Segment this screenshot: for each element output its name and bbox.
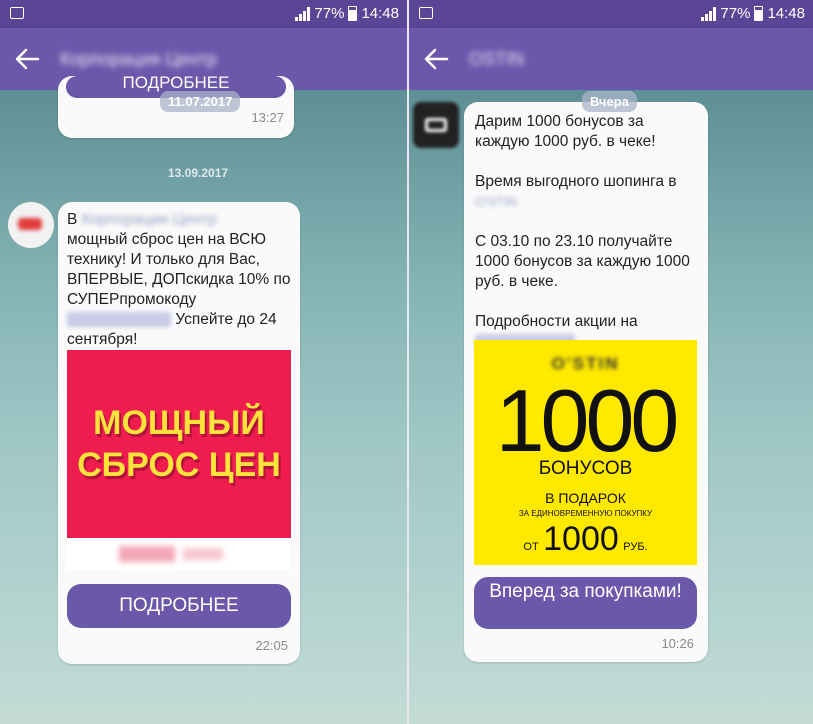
- promo-message-bubble: Дарим 1000 бонусов за каждую 1000 руб. в…: [464, 102, 708, 662]
- date-separator: 13.09.2017: [168, 166, 229, 180]
- back-arrow-icon[interactable]: [14, 47, 40, 71]
- blurred-brand-name: O'STIN: [475, 194, 518, 209]
- battery-icon: [754, 6, 764, 21]
- battery-icon: [348, 6, 358, 21]
- banner-line-2: СБРОС ЦЕН: [77, 446, 281, 484]
- message-text-part: Время выгодного шопинга в: [475, 173, 677, 190]
- details-button[interactable]: ПОДРОБНЕЕ: [67, 584, 291, 628]
- blurred-sender-name: Корпорации Центр: [81, 211, 218, 228]
- sender-avatar: [413, 102, 459, 148]
- app-bar: OSTIN: [409, 28, 813, 90]
- signal-icon: [701, 6, 717, 21]
- date-pill: 11.07.2017: [160, 91, 241, 112]
- image-notification-icon: [10, 7, 24, 19]
- chat-title[interactable]: Корпорация Центр: [60, 49, 217, 70]
- sender-logo-icon: [18, 218, 42, 230]
- banner-amount-row: ОТ 1000 РУБ.: [474, 520, 697, 558]
- banner-line-1: МОЩНЫЙ: [93, 404, 265, 442]
- message-text-part: Подробности акции на: [475, 313, 638, 330]
- message-text-part: мощный сброс цен на ВСЮ технику! И тольк…: [67, 231, 291, 308]
- message-text: Дарим 1000 бонусов за каждую 1000 руб. в…: [475, 112, 701, 352]
- banner-small-text: ЗА ЕДИНОВРЕМЕННУЮ ПОКУПКУ: [518, 509, 653, 518]
- banner-bonuses: БОНУСОВ: [538, 458, 633, 479]
- promo-code-link[interactable]: [67, 312, 171, 328]
- banner-currency: РУБ.: [623, 541, 648, 553]
- message-time: 13:27: [251, 110, 284, 125]
- status-bar: 77% 14:48: [0, 0, 407, 28]
- date-pill: Вчера: [582, 91, 637, 112]
- chat-title[interactable]: OSTIN: [469, 49, 524, 70]
- message-time: 22:05: [255, 638, 288, 653]
- clock: 14:48: [361, 5, 399, 22]
- right-phone-screen: 77% 14:48 OSTIN Дарим 1000 бонусов за ка…: [409, 0, 813, 724]
- shop-now-button[interactable]: Вперед за покупками!: [474, 577, 697, 629]
- signal-icon: [295, 6, 311, 21]
- message-text-part: Дарим 1000 бонусов за каждую 1000 руб. в…: [475, 113, 656, 150]
- brand-tagline-blurred: [183, 548, 223, 560]
- chat-background: ПОДРОБНЕЕ 13:27 11.07.2017 13.09.2017 В …: [0, 74, 407, 724]
- chat-background: Дарим 1000 бонусов за каждую 1000 руб. в…: [409, 90, 813, 724]
- status-bar: 77% 14:48: [409, 0, 813, 28]
- clock: 14:48: [767, 5, 805, 22]
- banner-gift: В ПОДАРОК: [545, 490, 626, 506]
- battery-percent: 77%: [720, 5, 751, 22]
- banner-big-number: 1000: [495, 371, 680, 470]
- message-time: 10:26: [661, 636, 694, 651]
- back-arrow-icon[interactable]: [423, 47, 449, 71]
- banner-from: ОТ: [523, 541, 539, 553]
- battery-percent: 77%: [314, 5, 345, 22]
- bonus-banner-image[interactable]: O'STIN 1000 БОНУСОВ В ПОДАРОК ЗА ЕДИНОВР…: [474, 340, 697, 565]
- image-notification-icon: [419, 7, 433, 19]
- banner-amount: 1000: [543, 520, 619, 558]
- banner-footer: [67, 538, 291, 570]
- promo-banner-image[interactable]: МОЩНЫЙ СБРОС ЦЕН: [67, 350, 291, 538]
- message-text: В Корпорации Центр мощный сброс цен на В…: [67, 210, 295, 350]
- sender-avatar: [8, 202, 54, 248]
- promo-message-bubble: В Корпорации Центр мощный сброс цен на В…: [58, 202, 300, 664]
- brand-logo-blurred: [119, 546, 175, 562]
- message-text-part: С 03.10 по 23.10 получайте 1000 бонусов …: [475, 233, 690, 290]
- message-text-part: В: [67, 211, 82, 228]
- sender-logo-icon: [425, 118, 447, 132]
- left-phone-screen: 77% 14:48 Корпорация Центр ПОДРОБНЕЕ 13:…: [0, 0, 407, 724]
